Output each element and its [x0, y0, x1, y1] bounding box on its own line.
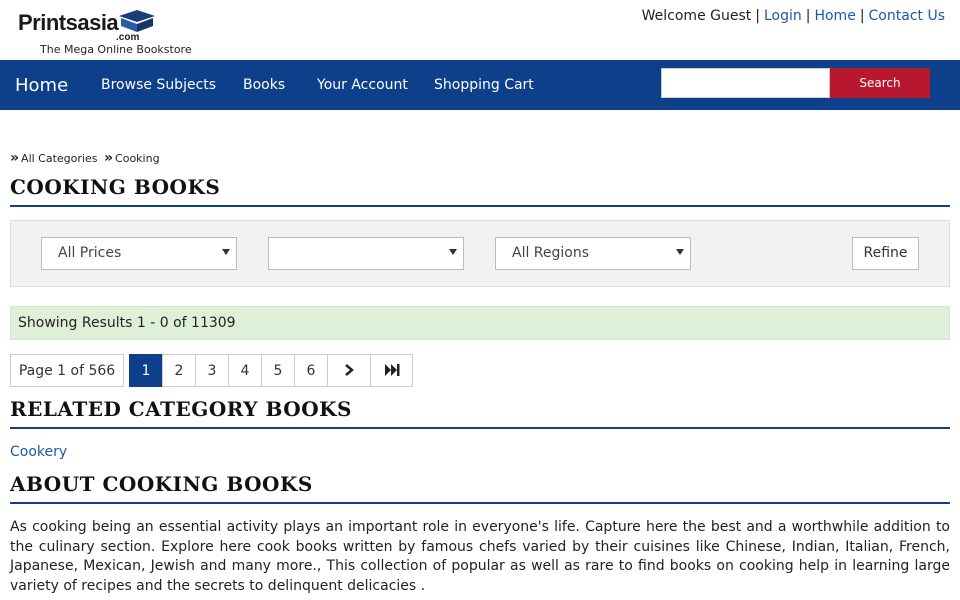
- logo-wordmark: Printsasia: [18, 10, 119, 35]
- next-page-button[interactable]: [327, 354, 371, 387]
- price-select[interactable]: All Prices: [41, 237, 237, 270]
- search-button[interactable]: Search: [830, 68, 930, 98]
- nav-your-account[interactable]: Your Account: [317, 77, 408, 93]
- contact-us-link[interactable]: Contact Us: [869, 8, 945, 24]
- page-3[interactable]: 3: [195, 354, 229, 387]
- page-5[interactable]: 5: [261, 354, 295, 387]
- home-link[interactable]: Home: [814, 8, 855, 24]
- search-input[interactable]: [661, 68, 830, 98]
- site-logo[interactable]: Printsasia .com The Mega Online Bookstor…: [18, 8, 198, 58]
- page-info: Page 1 of 566: [10, 354, 124, 387]
- results-summary: Showing Results 1 - 0 of 11309: [10, 306, 950, 340]
- chevron-down-icon: [676, 249, 684, 255]
- site-header: Printsasia .com The Mega Online Bookstor…: [0, 0, 960, 60]
- region-select-value: All Regions: [512, 245, 590, 261]
- welcome-text: Welcome Guest: [641, 8, 752, 24]
- breadcrumb: » All Categories » Cooking: [10, 150, 160, 166]
- main-nav: Home Browse Subjects Books Your Account …: [0, 60, 960, 110]
- nav-shopping-cart[interactable]: Shopping Cart: [434, 77, 534, 93]
- login-link[interactable]: Login: [764, 8, 802, 24]
- related-title: RELATED CATEGORY BOOKS: [10, 397, 950, 429]
- nav-browse-subjects[interactable]: Browse Subjects: [101, 77, 216, 93]
- breadcrumb-all-categories[interactable]: All Categories: [21, 152, 97, 165]
- breadcrumb-cooking[interactable]: Cooking: [115, 152, 160, 165]
- region-select[interactable]: All Regions: [495, 237, 691, 270]
- logo-com: .com: [116, 32, 140, 43]
- refine-button[interactable]: Refine: [852, 237, 919, 270]
- fast-forward-end-icon: [384, 364, 399, 376]
- nav-books[interactable]: Books: [243, 77, 285, 93]
- related-link-cookery[interactable]: Cookery: [10, 444, 67, 460]
- secondary-select[interactable]: [268, 237, 464, 270]
- nav-home[interactable]: Home: [15, 75, 68, 96]
- last-page-button[interactable]: [370, 354, 413, 387]
- chevron-right-icon: [345, 364, 354, 376]
- page-2[interactable]: 2: [162, 354, 196, 387]
- chevron-down-icon: [449, 249, 457, 255]
- page-4[interactable]: 4: [228, 354, 262, 387]
- about-title: ABOUT COOKING BOOKS: [10, 472, 950, 504]
- user-links: Welcome Guest | Login | Home | Contact Us: [641, 8, 945, 24]
- page-6[interactable]: 6: [294, 354, 328, 387]
- book-logo-icon: [119, 10, 155, 32]
- chevron-down-icon: [222, 249, 230, 255]
- filter-panel: All Prices All Regions Refine: [10, 220, 950, 287]
- page-title: COOKING BOOKS: [10, 175, 950, 207]
- logo-tagline: The Mega Online Bookstore: [40, 43, 192, 56]
- about-description: As cooking being an essential activity p…: [10, 519, 950, 594]
- price-select-value: All Prices: [58, 245, 122, 261]
- page-1[interactable]: 1: [129, 354, 163, 387]
